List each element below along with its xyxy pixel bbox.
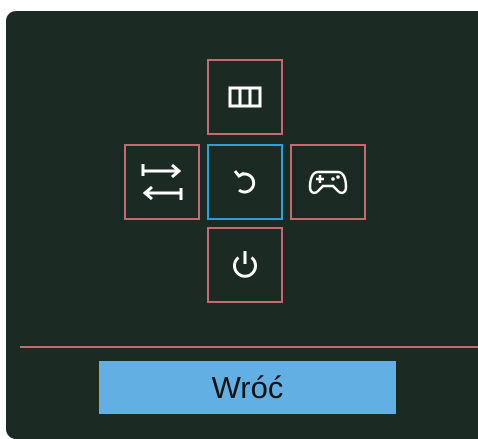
back-button[interactable]: Wróć [99,361,396,414]
divider [20,346,478,348]
input-switch-button[interactable] [124,144,200,220]
power-button[interactable] [207,227,283,303]
aspect-ratio-icon [228,86,262,108]
power-icon [233,251,257,278]
back-button-label: Wróć [211,369,284,405]
return-button[interactable] [207,144,283,220]
input-switch-icon [141,163,183,201]
game-mode-icon [308,170,348,195]
return-icon [233,170,256,194]
aspect-ratio-button[interactable] [207,59,283,135]
osd-menu-panel: Wróć [6,11,478,439]
game-mode-button[interactable] [290,144,366,220]
